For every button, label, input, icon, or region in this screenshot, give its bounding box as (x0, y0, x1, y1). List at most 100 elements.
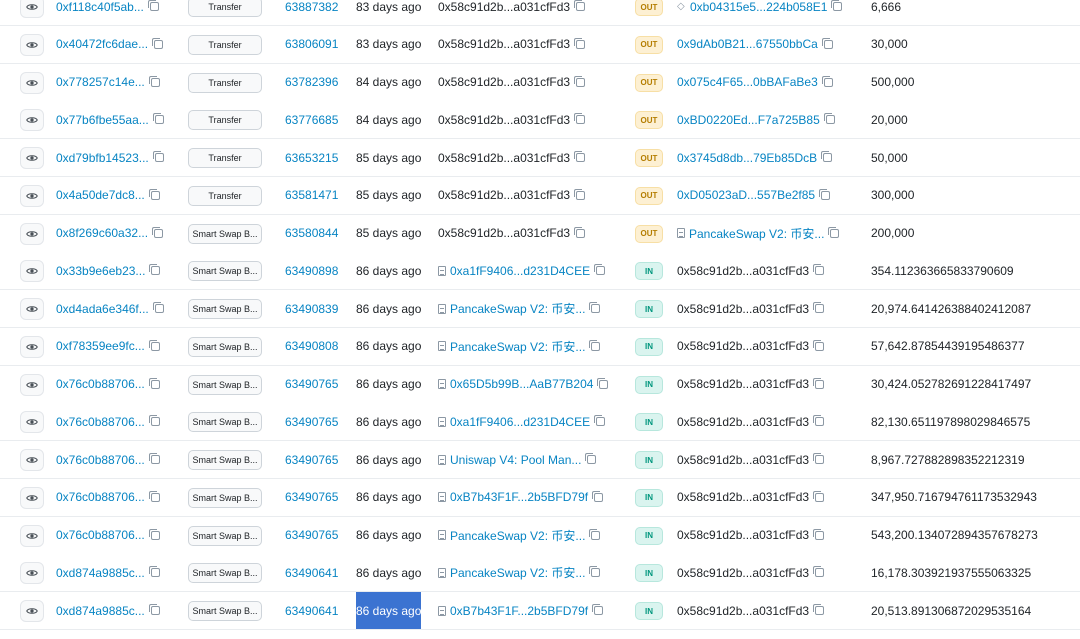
copy-icon[interactable] (813, 377, 825, 389)
copy-icon[interactable] (813, 302, 825, 313)
copy-icon[interactable] (585, 453, 597, 464)
copy-icon[interactable] (813, 264, 825, 276)
copy-icon[interactable] (813, 415, 825, 427)
copy-icon[interactable] (574, 0, 586, 11)
view-details-button[interactable] (20, 109, 44, 132)
tx-hash-link[interactable]: 0x778257c14e... (56, 75, 145, 89)
block-link[interactable]: 63490808 (285, 328, 338, 365)
block-link[interactable]: 63490898 (285, 252, 338, 289)
from-address[interactable]: 0xa1fF9406...d231D4CEE (450, 415, 590, 429)
tx-hash-link[interactable]: 0x76c0b88706... (56, 415, 145, 429)
tx-hash-link[interactable]: 0x4a50de7dc8... (56, 188, 145, 202)
view-details-button[interactable] (20, 71, 44, 94)
from-address[interactable]: 0x65D5b99B...AaB77B204 (450, 377, 593, 391)
copy-icon[interactable] (152, 151, 164, 162)
tx-hash-link[interactable]: 0x76c0b88706... (56, 453, 145, 467)
block-link[interactable]: 63490765 (285, 403, 338, 440)
copy-icon[interactable] (148, 188, 160, 200)
copy-icon[interactable] (589, 339, 601, 351)
copy-icon[interactable] (589, 302, 601, 313)
block-link[interactable]: 63490765 (285, 479, 338, 516)
block-link[interactable]: 63490765 (285, 441, 338, 478)
to-address[interactable]: 0xBD0220Ed...F7a725B85 (677, 113, 820, 127)
copy-icon[interactable] (149, 264, 161, 276)
copy-icon[interactable] (574, 151, 586, 162)
block-link[interactable]: 63490765 (285, 517, 338, 554)
view-details-button[interactable] (20, 411, 44, 434)
copy-icon[interactable] (823, 113, 835, 125)
copy-icon[interactable] (819, 188, 831, 200)
to-address[interactable]: 0x075c4F65...0bBAFaBe3 (677, 75, 818, 89)
copy-icon[interactable] (148, 75, 160, 87)
tx-hash-link[interactable]: 0x76c0b88706... (56, 528, 145, 542)
copy-icon[interactable] (589, 566, 601, 578)
from-address[interactable]: PancakeSwap V2: 币安... (450, 300, 585, 317)
from-address[interactable]: PancakeSwap V2: 币安... (450, 338, 585, 355)
tx-hash-link[interactable]: 0xd874a9885c... (56, 566, 145, 580)
view-details-button[interactable] (20, 373, 44, 396)
block-link[interactable]: 63887382 (285, 0, 338, 25)
to-address[interactable]: PancakeSwap V2: 币安... (689, 225, 824, 242)
tx-hash-link[interactable]: 0x33b9e6eb23... (56, 264, 145, 278)
block-link[interactable]: 63490765 (285, 366, 338, 403)
view-details-button[interactable] (20, 562, 44, 585)
tx-hash-link[interactable]: 0xd4ada6e346f... (56, 302, 149, 316)
view-details-button[interactable] (20, 33, 44, 56)
copy-icon[interactable] (594, 415, 606, 427)
copy-icon[interactable] (574, 75, 586, 87)
view-details-button[interactable] (20, 449, 44, 471)
copy-icon[interactable] (594, 264, 606, 276)
block-link[interactable]: 63581471 (285, 177, 338, 214)
copy-icon[interactable] (574, 37, 586, 49)
copy-icon[interactable] (821, 151, 833, 162)
copy-icon[interactable] (148, 604, 160, 615)
copy-icon[interactable] (592, 604, 604, 615)
tx-hash-link[interactable]: 0x76c0b88706... (56, 377, 145, 391)
copy-icon[interactable] (821, 37, 833, 49)
copy-icon[interactable] (813, 528, 825, 540)
view-details-button[interactable] (20, 222, 44, 245)
tx-hash-link[interactable]: 0x8f269c60a32... (56, 226, 148, 240)
block-link[interactable]: 63653215 (285, 139, 338, 176)
copy-icon[interactable] (828, 226, 840, 238)
block-link[interactable]: 63490641 (285, 554, 338, 591)
copy-icon[interactable] (813, 490, 825, 502)
view-details-button[interactable] (20, 486, 44, 509)
view-details-button[interactable] (20, 184, 44, 207)
tx-hash-link[interactable]: 0xd79bfb14523... (56, 151, 149, 165)
tx-hash-link[interactable]: 0x40472fc6dae... (56, 37, 148, 51)
from-address[interactable]: Uniswap V4: Pool Man... (450, 453, 581, 467)
block-link[interactable]: 63806091 (285, 26, 338, 63)
to-address[interactable]: 0xb04315e5...224b058E1 (690, 0, 827, 14)
from-address[interactable]: 0xa1fF9406...d231D4CEE (450, 264, 590, 278)
view-details-button[interactable] (20, 600, 44, 622)
block-link[interactable]: 63490641 (285, 592, 338, 629)
from-address[interactable]: 0xB7b43F1F...2b5BFD79f (450, 490, 588, 504)
to-address[interactable]: 0xD05023aD...557Be2f85 (677, 188, 815, 202)
tx-hash-link[interactable]: 0xf118c40f5ab... (56, 0, 144, 14)
tx-hash-link[interactable]: 0x76c0b88706... (56, 490, 145, 504)
block-link[interactable]: 63782396 (285, 64, 338, 101)
copy-icon[interactable] (592, 490, 604, 502)
copy-icon[interactable] (148, 566, 160, 578)
copy-icon[interactable] (148, 453, 160, 464)
copy-icon[interactable] (574, 226, 586, 238)
view-details-button[interactable] (20, 335, 44, 358)
copy-icon[interactable] (597, 377, 609, 389)
view-details-button[interactable] (20, 0, 44, 18)
block-link[interactable]: 63490839 (285, 290, 338, 327)
from-address[interactable]: 0xB7b43F1F...2b5BFD79f (450, 604, 588, 618)
block-link[interactable]: 63776685 (285, 101, 338, 138)
tx-hash-link[interactable]: 0x77b6fbe55aa... (56, 113, 149, 127)
copy-icon[interactable] (813, 339, 825, 351)
view-details-button[interactable] (20, 298, 44, 320)
view-details-button[interactable] (20, 147, 44, 169)
copy-icon[interactable] (574, 113, 586, 125)
view-details-button[interactable] (20, 524, 44, 547)
copy-icon[interactable] (152, 113, 164, 125)
copy-icon[interactable] (821, 75, 833, 87)
copy-icon[interactable] (148, 339, 160, 351)
copy-icon[interactable] (152, 302, 164, 313)
copy-icon[interactable] (148, 415, 160, 427)
copy-icon[interactable] (813, 604, 825, 615)
